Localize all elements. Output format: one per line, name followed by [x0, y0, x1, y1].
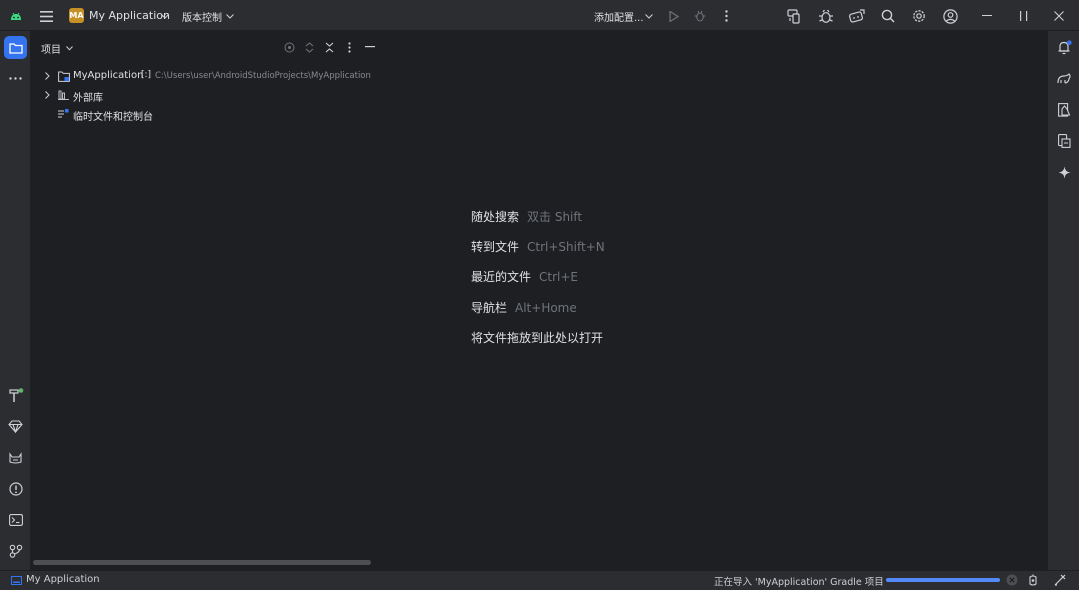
close-icon[interactable] [1050, 7, 1068, 25]
gradle-icon[interactable] [1055, 69, 1073, 87]
chevron-down-icon [160, 11, 170, 21]
hint-goto-file: 转到文件 Ctrl+Shift+N [471, 238, 605, 255]
project-name: My Application [89, 9, 170, 22]
project-folder-icon[interactable] [4, 36, 27, 59]
more-tools-icon[interactable] [6, 70, 25, 86]
cancel-task-icon[interactable] [1005, 573, 1019, 587]
project-panel-title: 项目 [41, 45, 61, 56]
code-style-icon[interactable] [1053, 573, 1067, 587]
library-icon [57, 89, 70, 101]
device-manager-icon[interactable] [786, 7, 804, 25]
hint-search-everywhere: 随处搜索 双击 Shift [471, 208, 582, 225]
minimize-icon[interactable] [978, 7, 996, 25]
hint-shortcut: 双击 Shift [527, 210, 583, 224]
main-menu-icon[interactable] [38, 8, 54, 24]
progress-fill [886, 578, 1000, 582]
tree-label: 外部库 [73, 93, 103, 104]
hint-shortcut: Ctrl+Shift+N [527, 240, 605, 254]
locate-icon[interactable] [282, 40, 296, 54]
build-icon[interactable] [6, 386, 25, 405]
more-icon[interactable] [718, 8, 734, 24]
gemini-icon[interactable] [1055, 163, 1073, 181]
restore-icon[interactable] [1014, 7, 1032, 25]
hide-panel-icon[interactable] [363, 40, 377, 54]
run-icon[interactable] [666, 8, 682, 24]
hint-shortcut: Alt+Home [515, 301, 577, 315]
project-selector[interactable]: MA My Application [69, 7, 171, 24]
hint-label: 导航栏 [471, 301, 508, 315]
hint-label: 最近的文件 [471, 270, 532, 284]
chevron-down-icon [64, 43, 74, 53]
status-bar: My Application 正在导入 'MyApplication' Grad… [0, 570, 1079, 590]
hint-label: 将文件拖放到此处以打开 [471, 331, 604, 345]
tree-row-scratches[interactable]: 临时文件和控制台 [31, 105, 391, 123]
logcat-icon[interactable] [6, 448, 25, 467]
version-control-icon[interactable] [6, 541, 25, 560]
hint-recent-files: 最近的文件 Ctrl+E [471, 268, 578, 285]
tree-label: MyApplication [73, 70, 144, 81]
notifications-icon[interactable] [1055, 38, 1073, 56]
device-explorer-icon[interactable] [1055, 132, 1073, 150]
run-config-selector[interactable]: 添加配置... [594, 7, 658, 24]
gem-icon[interactable] [6, 417, 25, 436]
breadcrumb[interactable]: My Application [10, 573, 130, 588]
collapse-all-icon[interactable] [322, 40, 336, 54]
project-panel-scrollbar[interactable] [33, 560, 371, 565]
left-toolbar [0, 31, 31, 570]
chevron-right-icon[interactable] [43, 71, 51, 81]
memory-indicator-icon[interactable] [1026, 573, 1040, 587]
search-icon[interactable] [879, 7, 897, 25]
right-toolbar [1047, 31, 1079, 570]
hint-label: 转到文件 [471, 240, 520, 254]
module-icon [10, 575, 22, 586]
terminal-icon[interactable] [6, 510, 25, 529]
module-folder-icon [57, 70, 70, 82]
emulator-icon[interactable] [848, 7, 866, 25]
run-config-label: 添加配置... [594, 13, 644, 24]
settings-icon[interactable] [910, 7, 928, 25]
tree-label: 临时文件和控制台 [73, 112, 153, 123]
breadcrumb-label: My Application [26, 574, 100, 585]
project-panel-header: 项目 [31, 31, 386, 62]
tree-tag: [:] [141, 70, 152, 80]
project-tree: MyApplication [:] C:\Users\user\AndroidS… [31, 67, 391, 157]
bug-icon[interactable] [817, 7, 835, 25]
chevron-right-icon[interactable] [43, 90, 51, 100]
hint-drop-files: 将文件拖放到此处以打开 [471, 329, 603, 346]
title-bar: MA My Application 版本控制 添加配置... [0, 0, 1079, 31]
tree-path: C:\Users\user\AndroidStudioProjects\MyAp… [155, 71, 371, 81]
problems-icon[interactable] [6, 479, 25, 498]
tree-row-external-libraries[interactable]: 外部库 [31, 86, 391, 104]
background-task-text[interactable]: 正在导入 'MyApplication' Gradle 项目 [714, 574, 884, 588]
account-icon[interactable] [941, 7, 959, 25]
vcs-menu-label: 版本控制 [182, 13, 222, 24]
chevron-down-icon [225, 11, 235, 21]
background-task-progress[interactable] [886, 578, 1000, 582]
options-icon[interactable] [342, 40, 356, 54]
expand-all-icon[interactable] [302, 40, 316, 54]
test-icon[interactable] [1055, 101, 1073, 119]
project-badge: MA [69, 8, 84, 23]
hint-shortcut: Ctrl+E [539, 270, 579, 284]
hint-navigation-bar: 导航栏 Alt+Home [471, 299, 577, 316]
tree-row-project[interactable]: MyApplication [:] C:\Users\user\AndroidS… [31, 67, 391, 85]
android-logo-icon [9, 9, 23, 23]
chevron-down-icon [644, 11, 654, 21]
project-view-selector[interactable]: 项目 [41, 40, 77, 56]
hint-label: 随处搜索 [471, 210, 520, 224]
scratches-icon [57, 108, 70, 120]
debug-icon[interactable] [692, 8, 708, 24]
vcs-menu[interactable]: 版本控制 [182, 7, 238, 24]
